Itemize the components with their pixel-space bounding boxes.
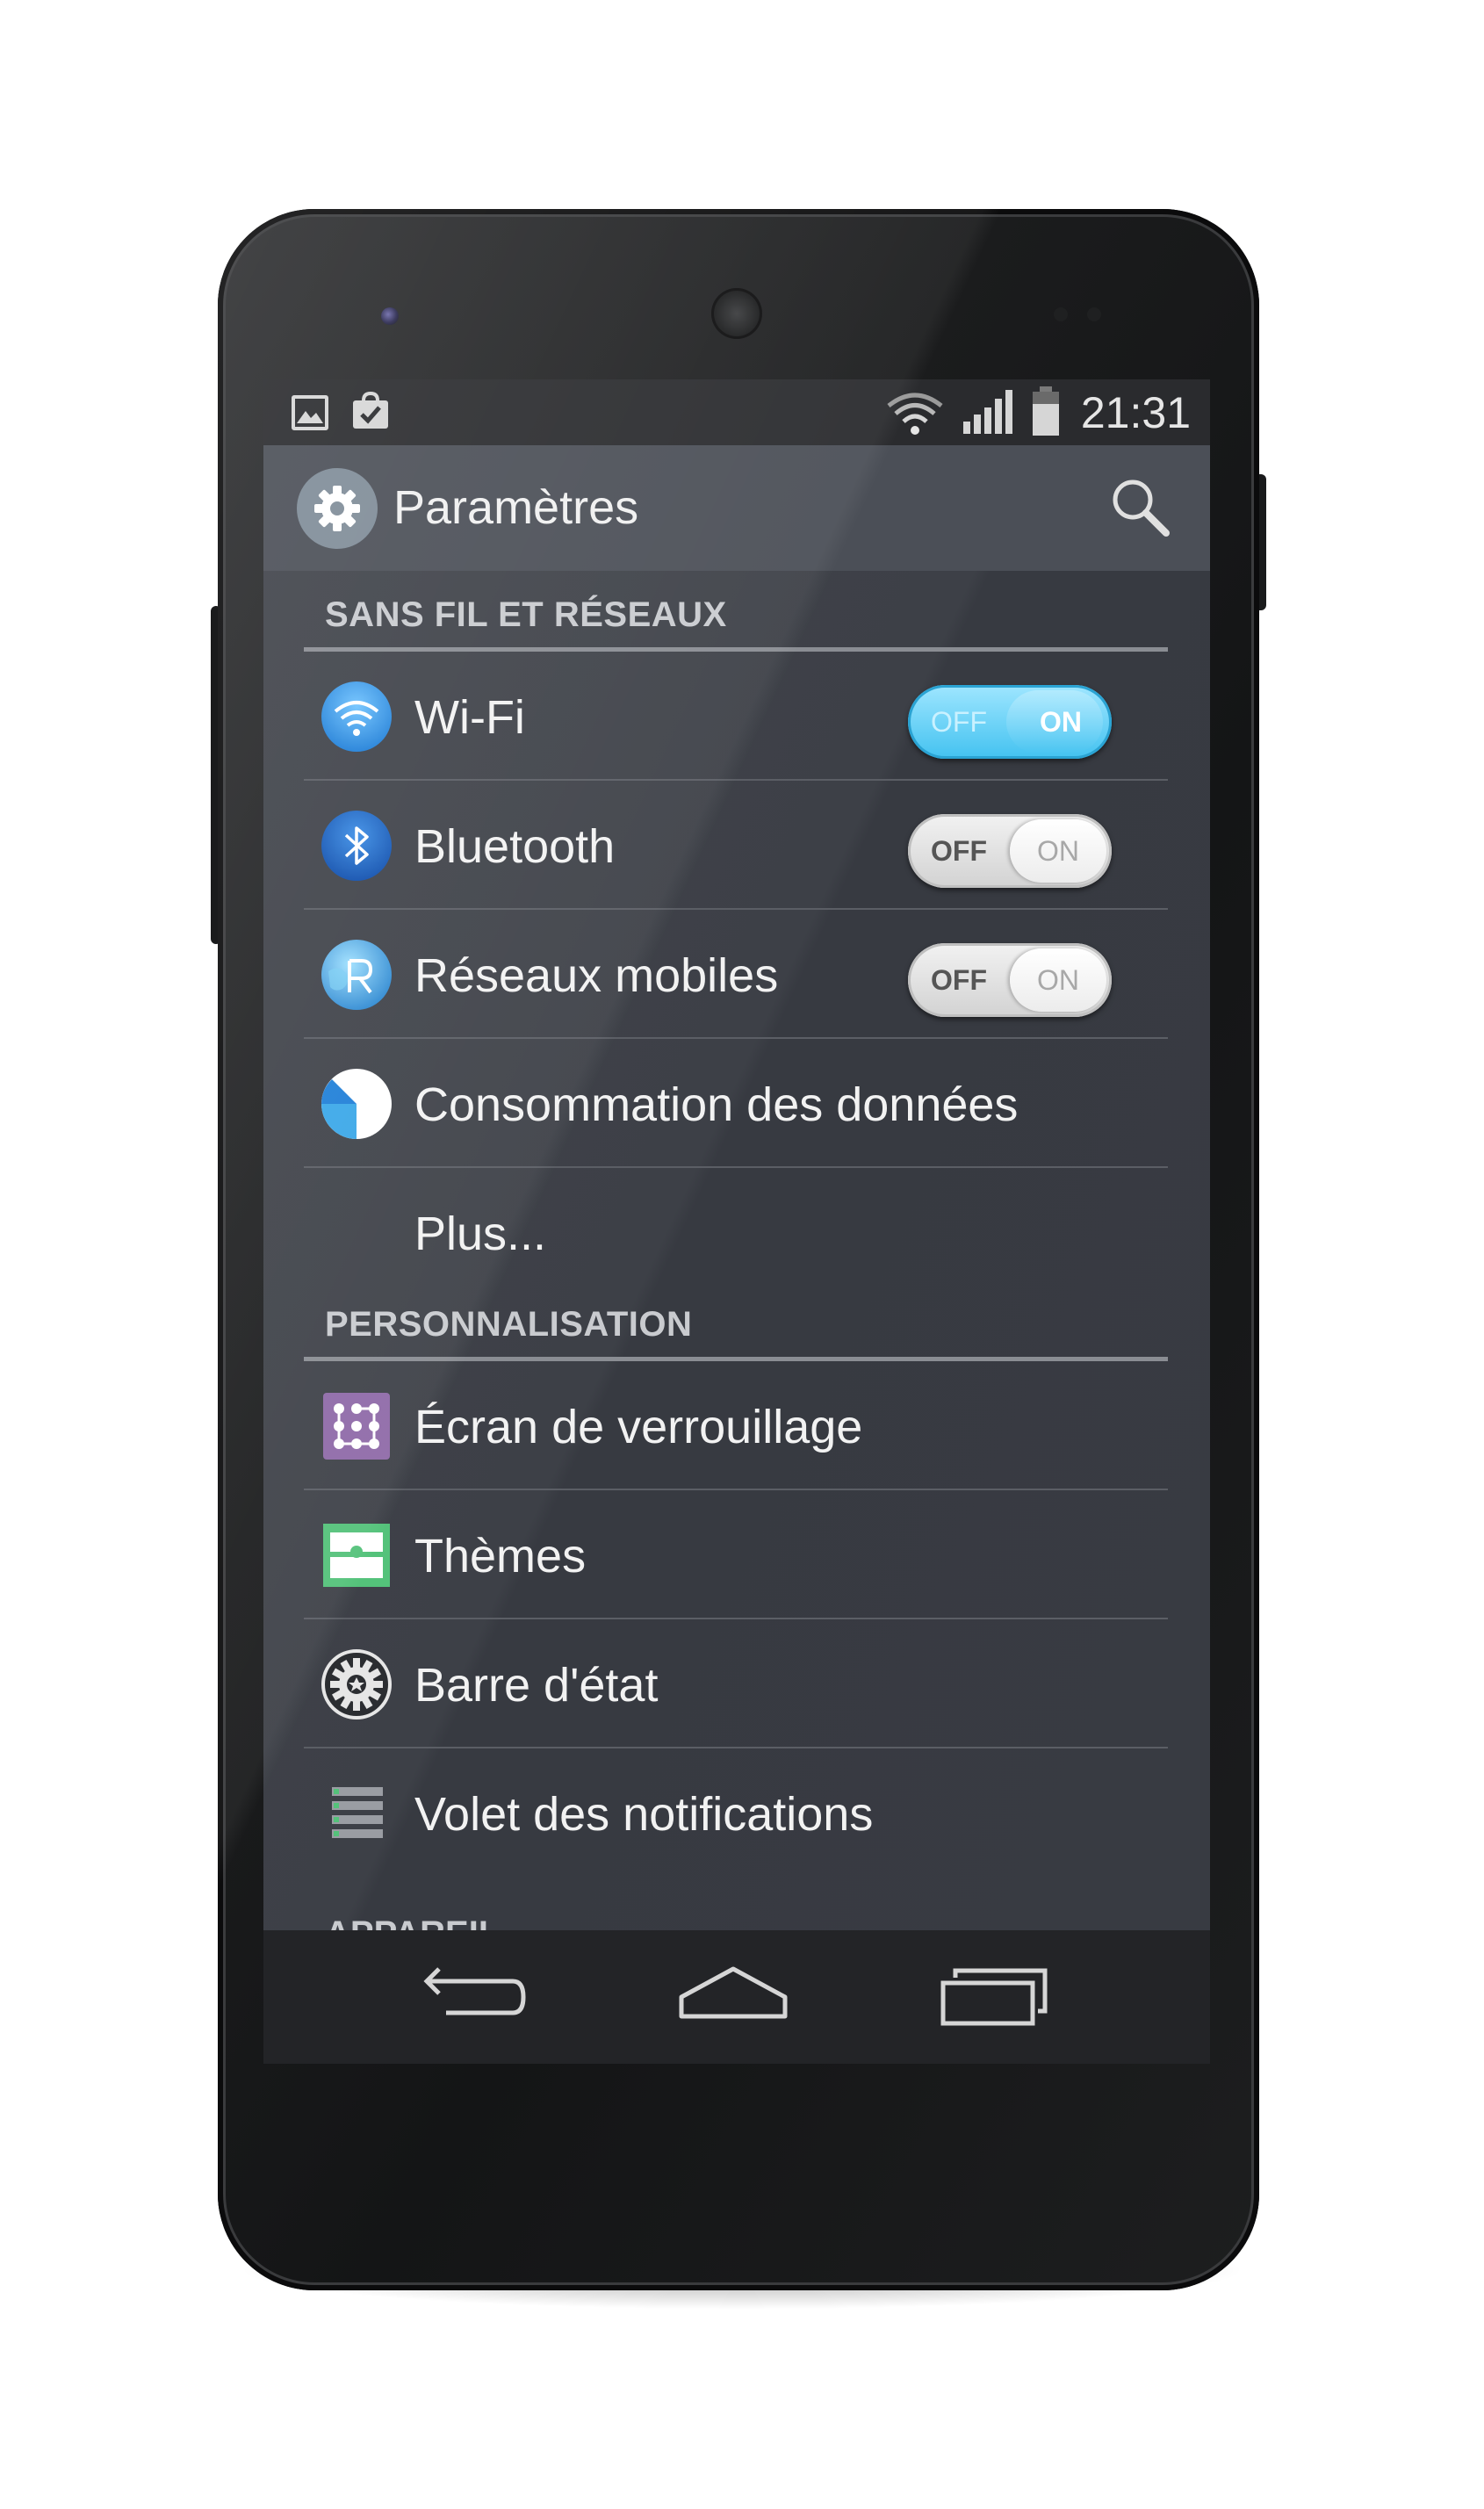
battery-icon [1033,386,1059,436]
toggle-on-label: ON [1040,706,1082,738]
wifi-signal-icon [887,393,943,435]
toggle-knob: ON [1010,948,1106,1012]
toggle-off-label: OFF [931,964,987,996]
settings-gear-icon[interactable] [297,468,378,549]
status-bar: 21:31 [263,379,1210,445]
setting-label: Réseaux mobiles [414,949,779,1002]
setting-label: Plus... [414,1208,547,1260]
section-header-personalization: PERSONNALISATION [304,1280,1168,1361]
lock-screen-icon [323,1393,390,1460]
setting-label: Écran de verrouillage [414,1401,863,1453]
recents-icon[interactable] [938,1962,1052,2032]
proximity-sensor [1054,307,1068,321]
settings-list[interactable]: SANS FIL ET RÉSEAUX Wi-Fi OFF ON Bluetoo… [263,571,1210,1930]
navigation-bar [263,1930,1210,2064]
setting-label: Wi-Fi [414,691,525,744]
setting-label: Consommation des données [414,1078,1019,1131]
mobile-networks-toggle[interactable]: OFF ON [908,943,1112,1017]
action-bar: Paramètres [263,445,1210,571]
toggle-on-label: ON [1037,835,1079,867]
front-camera [381,307,399,325]
section-header-wireless: SANS FIL ET RÉSEAUX [304,571,1168,652]
section-header-device-peek: APPAREIL [325,1914,500,1930]
screen: 21:31 Paramètres SANS FIL ET RÉSEAUX Wi-… [263,379,1210,2064]
toggle-off-label: OFF [931,835,987,867]
notification-drawer-icon [332,1787,383,1838]
toggle-knob: ON [1010,819,1106,883]
setting-label: Barre d'état [414,1659,659,1712]
wifi-icon [321,681,392,752]
page-title: Paramètres [393,481,639,534]
setting-label: Thèmes [414,1530,587,1583]
setting-item-themes[interactable]: Thèmes [304,1490,1168,1619]
bluetooth-icon [321,811,392,881]
setting-item-notification-drawer[interactable]: Volet des notifications [304,1748,1168,1878]
earpiece-speaker [711,288,762,339]
mobile-networks-icon [321,940,392,1010]
bluetooth-toggle[interactable]: OFF ON [908,814,1112,888]
data-usage-icon [321,1069,392,1139]
setting-item-wifi[interactable]: Wi-Fi OFF ON [304,652,1168,781]
home-icon[interactable] [676,1962,790,2032]
wifi-toggle[interactable]: OFF ON [908,685,1112,759]
setting-item-more[interactable]: Plus... [304,1168,1168,1297]
store-notification-icon [353,392,388,429]
toggle-on-label: ON [1037,964,1079,996]
themes-icon [323,1524,390,1587]
search-icon[interactable] [1106,473,1173,540]
setting-item-mobile-networks[interactable]: Réseaux mobiles OFF ON [304,910,1168,1039]
back-icon[interactable] [414,1962,529,2032]
clock-time: 21:31 [1080,388,1191,437]
light-sensor [1087,307,1101,321]
setting-item-bluetooth[interactable]: Bluetooth OFF ON [304,781,1168,910]
setting-item-status-bar[interactable]: Barre d'état [304,1619,1168,1748]
setting-item-data-usage[interactable]: Consommation des données [304,1039,1168,1168]
status-bar-icon [321,1649,392,1720]
toggle-off-label: OFF [931,706,987,738]
setting-item-lock-screen[interactable]: Écran de verrouillage [304,1361,1168,1490]
setting-label: Volet des notifications [414,1788,874,1841]
setting-label: Bluetooth [414,820,616,873]
gallery-notification-icon [292,395,328,430]
cell-signal-icon [963,390,1012,434]
